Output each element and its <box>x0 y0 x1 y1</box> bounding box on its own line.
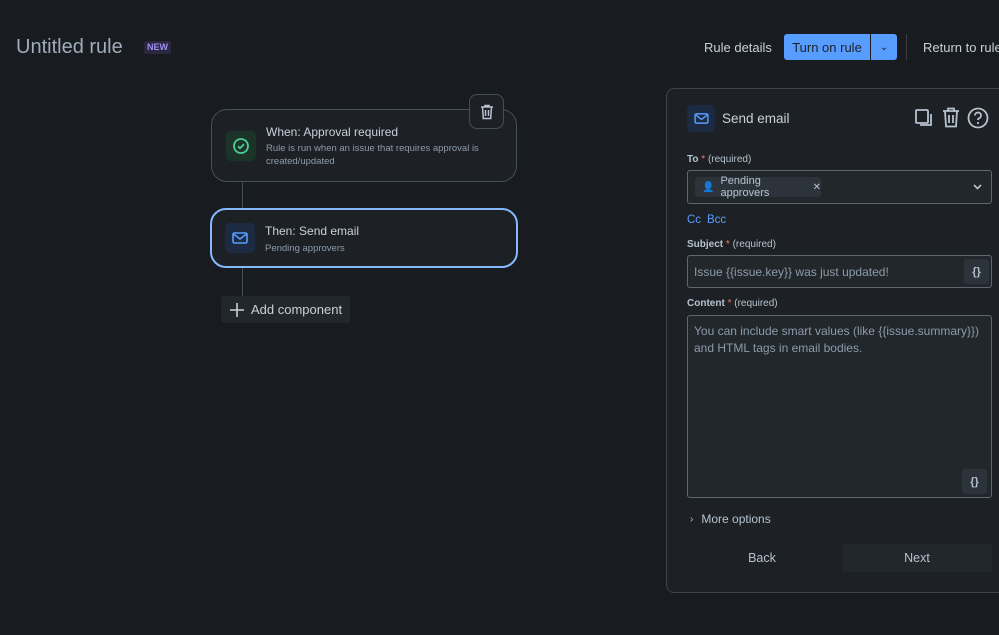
back-button[interactable]: Back <box>687 544 837 572</box>
subject-input[interactable]: Issue {{issue.key}} was just updated! {} <box>687 255 992 288</box>
action-description: Pending approvers <box>265 243 345 254</box>
cc-link[interactable]: Cc <box>687 214 701 226</box>
next-button[interactable]: Next <box>842 544 992 572</box>
subject-placeholder: Issue {{issue.key}} was just updated! <box>694 265 889 279</box>
copy-icon[interactable] <box>914 108 934 128</box>
remove-chip-icon[interactable]: ✕ <box>813 182 821 193</box>
more-options-label: More options <box>701 512 771 526</box>
page-title: Untitled rule <box>16 36 123 58</box>
smart-values-button[interactable]: {} <box>962 469 987 494</box>
return-to-rules-link[interactable]: Return to rules <box>923 40 999 55</box>
connector-line <box>242 182 243 209</box>
content-label: Content * (required) <box>687 298 778 309</box>
action-title: Then: Send email <box>265 224 360 238</box>
rule-details-link[interactable]: Rule details <box>704 40 772 55</box>
bcc-link[interactable]: Bcc <box>707 214 726 226</box>
chip-label: Pending approvers <box>720 175 770 199</box>
content-placeholder: You can include smart values (like {{iss… <box>694 324 980 355</box>
component-config-panel: Send email To * (required) 👤 Pending app… <box>666 88 999 593</box>
divider <box>906 34 907 60</box>
email-icon <box>225 223 255 253</box>
trigger-title: When: Approval required <box>266 125 399 139</box>
panel-title: Send email <box>722 111 790 126</box>
help-icon[interactable] <box>967 107 989 129</box>
to-select[interactable]: 👤 Pending approvers ✕ <box>687 170 992 204</box>
action-card[interactable]: Then: Send email Pending approvers <box>210 208 518 268</box>
trash-icon[interactable] <box>942 107 960 128</box>
more-options-toggle[interactable]: › More options <box>690 512 771 526</box>
add-component-label: Add component <box>251 302 343 317</box>
smart-values-button[interactable]: {} <box>964 259 989 284</box>
new-badge: NEW <box>144 41 171 54</box>
plus-icon <box>230 302 244 317</box>
add-component-button[interactable]: Add component <box>221 296 350 323</box>
delete-component-button[interactable] <box>469 94 504 129</box>
check-circle-icon <box>226 131 256 161</box>
email-icon <box>687 105 715 132</box>
to-label: To * (required) <box>687 154 752 165</box>
recipient-chip: 👤 Pending approvers ✕ <box>695 175 821 199</box>
chevron-right-icon: › <box>690 513 694 525</box>
user-check-icon: 👤 <box>702 181 715 193</box>
turn-on-rule-button[interactable]: Turn on rule <box>784 34 870 60</box>
subject-label: Subject * (required) <box>687 239 776 250</box>
chevron-down-icon[interactable] <box>973 184 982 190</box>
turn-on-dropdown-button[interactable]: ⌄ <box>871 34 897 60</box>
connector-line <box>242 268 243 296</box>
chevron-down-icon: ⌄ <box>879 41 889 53</box>
trigger-description: Rule is run when an issue that requires … <box>266 143 479 167</box>
content-textarea[interactable]: You can include smart values (like {{iss… <box>687 315 992 498</box>
trash-icon <box>480 104 493 119</box>
